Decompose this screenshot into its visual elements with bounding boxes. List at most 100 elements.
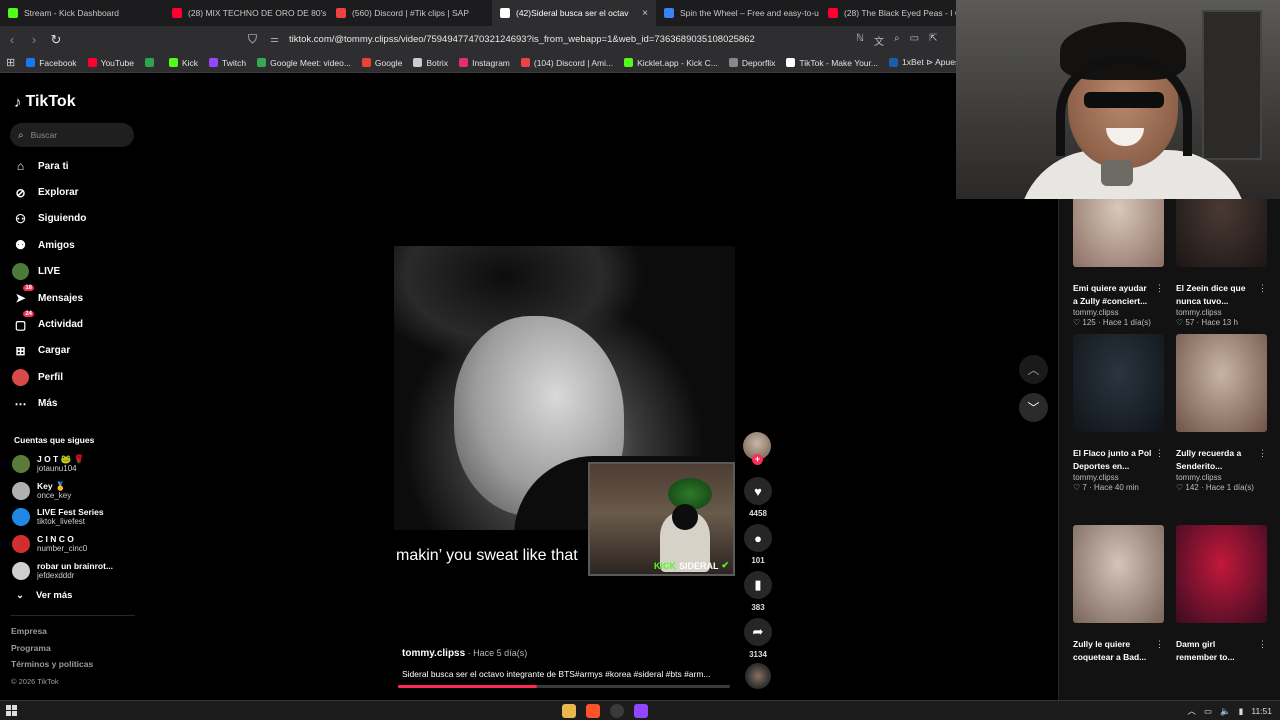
sidebar-item-explorar[interactable]: ⊘ Explorar [12,179,86,205]
footer-link-company[interactable]: Empresa [11,626,93,643]
video-thumbnail[interactable] [1073,334,1164,432]
comment-button[interactable]: ● [744,524,772,552]
followed-account[interactable]: C I N C Onumber_cinc0 [12,531,113,558]
tray-chevron-icon[interactable]: ︿ [1188,705,1197,717]
video-time: Hace 1 día(s) [1102,318,1151,327]
browser-tab[interactable]: Spin the Wheel – Free and easy-to-u [656,0,820,26]
share-button[interactable]: ➦ [744,618,772,646]
bookmark-item[interactable]: Deporflix [728,58,775,68]
video-title: Emi quiere ayudar a Zully #conciert... [1073,283,1148,306]
more-options-icon[interactable]: ⋮ [1258,283,1267,294]
bookmark-item[interactable]: Kick [168,58,198,68]
site-settings-icon[interactable]: ⚌ [270,34,279,45]
browser-tab[interactable]: (560) Discord | #Tik clips | SAP [328,0,492,26]
back-icon[interactable]: ‹ [2,32,22,47]
bookmark-label: TikTok - Make Your... [799,57,878,68]
recommended-video-card[interactable]: ⋮ Emi quiere ayudar a Zully #conciert... t… [1073,199,1165,327]
network-icon[interactable]: ▭ [1204,706,1212,717]
bookmark-item[interactable]: 1xBet ⊳ Apues [889,57,959,68]
bookmark-item[interactable]: (104) Discord | Ami... [520,58,613,68]
browser-tab[interactable]: (42)Sideral busca ser el octav × [492,0,656,26]
footer-link-terms[interactable]: Términos y políticas [11,659,93,676]
video-thumbnail[interactable] [1176,334,1267,432]
sidebar-item-parati[interactable]: ⌂ Para ti [12,153,86,179]
sidebar-item-actividad[interactable]: ▢ 24 Actividad [12,311,86,337]
sidebar-item-amigos[interactable]: ⚉ Amigos [12,232,86,258]
video-thumbnail[interactable] [1073,199,1164,267]
browser-tab[interactable]: (28) MIX TECHNO DE ORO DE 80's & ... [164,0,328,26]
more-icon: ⋯ [14,396,27,411]
share-count: 3134 [749,650,767,659]
more-options-icon[interactable]: ⋮ [1155,639,1164,650]
recommended-video-card[interactable]: ⋮ El Zeein dice que nunca tuvo... tommy.cl… [1176,199,1268,327]
share-icon[interactable]: ⇱ [929,33,937,48]
volume-icon[interactable]: 🔈 [1220,706,1231,717]
sidebar-item-cargar[interactable]: ⊞ Cargar [12,338,86,364]
save-button[interactable]: ▮ [744,571,772,599]
see-more-button[interactable]: ⌄ Ver más [16,590,72,601]
video-author-line[interactable]: tommy.clipss · Hace 5 día(s) [402,648,527,659]
sidebar-item-mensajes[interactable]: ➤ 18 Mensajes [12,284,86,311]
footer-link-program[interactable]: Programa [11,643,93,660]
forward-icon[interactable]: › [24,32,44,47]
video-progress-bar[interactable] [398,685,730,688]
more-options-icon[interactable]: ⋮ [1258,639,1267,650]
sidebar-item-ms[interactable]: ⋯ Más [12,391,86,417]
translate-icon[interactable]: 文 [874,33,884,48]
bookmark-item[interactable]: TikTok - Make Your... [786,58,878,68]
followed-account[interactable]: J O T 🐸 🌹 jotaunu104 [12,451,113,478]
search-input[interactable]: ⌕ Buscar [10,123,134,147]
clock[interactable]: 11:51 [1251,706,1272,716]
video-thumbnail[interactable] [1176,199,1267,267]
recommended-video-card[interactable]: ⋮ Damn girl remember to... [1176,525,1268,663]
file-explorer-icon[interactable] [562,704,576,718]
bookmark-item[interactable]: YouTube [87,58,134,68]
video-thumbnail[interactable] [1176,525,1267,623]
sidebar-item-live[interactable]: LIVE [12,259,86,285]
recommended-video-card[interactable]: ⋮ Zully recuerda a Senderito... tommy.clip… [1176,334,1268,492]
cast-icon[interactable]: ▭ [910,33,919,48]
bookmark-item[interactable]: Facebook [26,58,77,68]
bookmark-item[interactable]: Kicklet.app - Kick C... [624,58,718,68]
bookmark-item[interactable]: Twitch [209,58,246,68]
bookmark-item[interactable]: Google Meet: video... [257,58,351,68]
sidebar-item-siguiendo[interactable]: ⚇ Siguiendo [12,206,86,232]
followed-account[interactable]: robar un brainrot... jefdexdddr [12,557,113,584]
previous-video-button[interactable]: ︿ [1019,355,1048,384]
more-options-icon[interactable]: ⋮ [1155,448,1164,459]
bookmark-page-icon[interactable]: ⛉ [248,32,257,47]
video-meta: ♡ 7 · Hace 40 min [1073,483,1165,492]
music-disc-icon[interactable] [745,663,771,689]
more-options-icon[interactable]: ⋮ [1155,283,1164,294]
battery-icon[interactable]: ▮ [1239,706,1244,717]
tab-close-icon[interactable]: × [642,8,648,19]
streaming-app-icon[interactable] [634,704,648,718]
follow-plus-icon[interactable]: + [752,454,763,465]
bookmark-item[interactable]: Google [361,58,402,68]
recommended-video-card[interactable]: ⋮ Zully le quiere coquetear a Bad... [1073,525,1165,663]
followed-account[interactable]: Key 🥇 once_key [12,478,113,505]
kick-brand: KICK [653,560,676,571]
brave-browser-icon[interactable] [586,704,600,718]
windows-start-icon[interactable] [6,705,17,716]
video-thumbnail[interactable] [1073,525,1164,623]
apps-grid-icon[interactable]: ⊞ [6,56,15,69]
bookmark-item[interactable]: Instagram [459,58,510,68]
sidebar-item-perfil[interactable]: Perfil [12,364,86,390]
reload-icon[interactable]: ↻ [46,32,66,48]
bookmark-favicon-icon [786,58,796,67]
zoom-icon[interactable]: ⌕ [894,33,900,48]
followed-account[interactable]: LIVE Fest Series tiktok_livefest [12,504,113,531]
next-video-button[interactable]: ﹀ [1019,393,1048,422]
video-author[interactable]: tommy.clipss [402,648,465,659]
more-options-icon[interactable]: ⋮ [1258,448,1267,459]
video-likes: 142 [1185,483,1199,492]
obs-icon[interactable] [610,704,624,718]
bookmark-item[interactable] [144,58,158,67]
bookmark-item[interactable]: Botrix [413,58,448,68]
recommended-video-card[interactable]: ⋮ El Flaco junto a Pol Deportes en... tomm… [1073,334,1165,492]
tiktok-logo[interactable]: ♪ TikTok [14,93,76,111]
browser-tab[interactable]: Stream - Kick Dashboard [0,0,164,26]
reader-icon[interactable]: ℕ [856,33,864,48]
like-button[interactable]: ♥ [744,477,772,505]
